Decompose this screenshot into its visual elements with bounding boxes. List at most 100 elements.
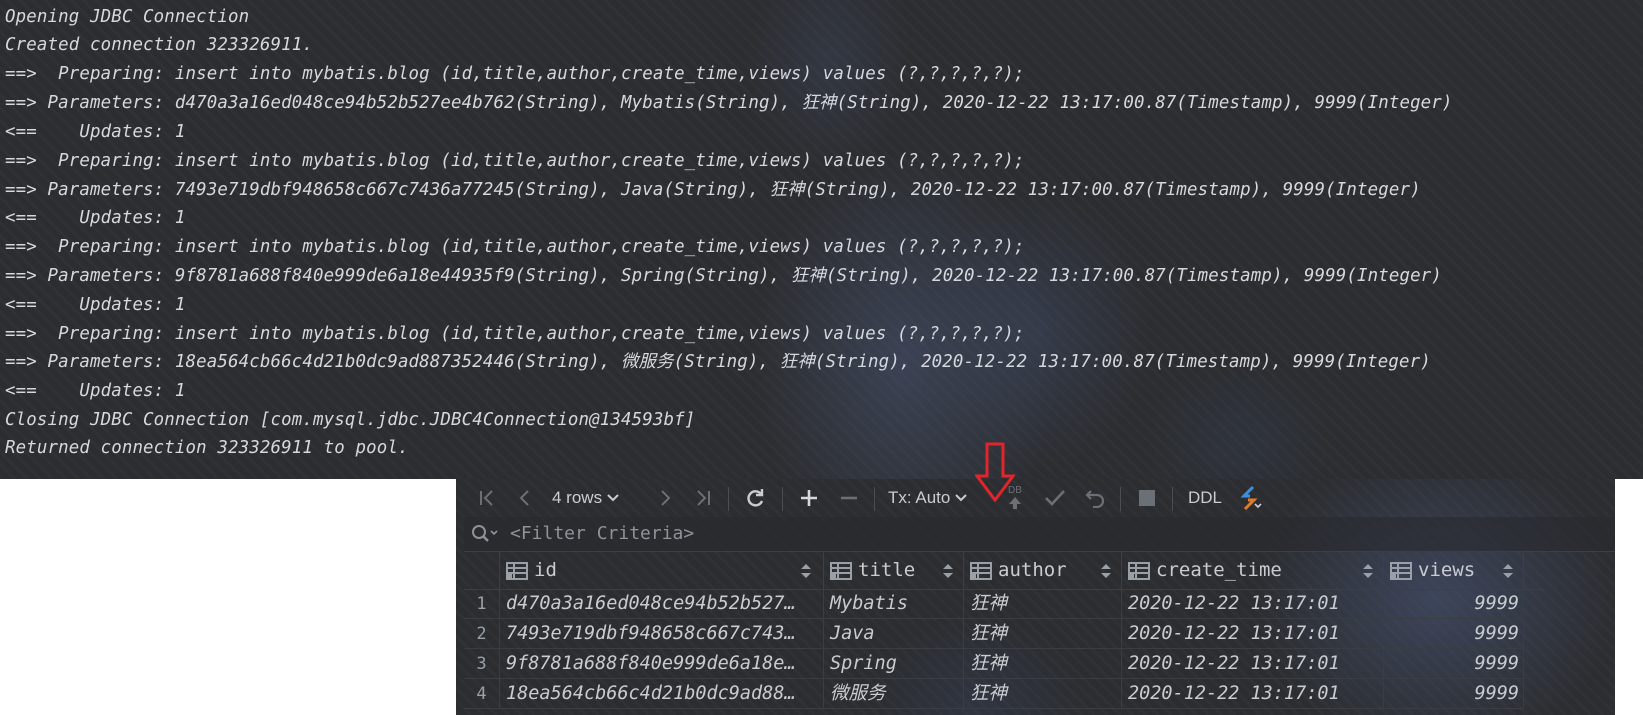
first-page-button[interactable] [474,479,500,517]
result-toolbar: 4 rows Tx: Auto DB DDL [456,479,1615,517]
ddl-button[interactable]: DDL [1182,479,1228,517]
cell-id[interactable]: d470a3a16ed048ce94b52b527… [500,589,824,619]
commit-button[interactable] [1040,479,1070,517]
log-line: Opening JDBC Connection [5,7,250,27]
cell-author[interactable]: 狂神 [964,649,1122,679]
cell-id[interactable]: 7493e719dbf948658c667c743… [500,619,824,649]
log-line: <== Updates: 1 [5,208,186,228]
cell-title[interactable]: Java [824,619,964,649]
log-line: ==> Preparing: insert into mybatis.blog … [5,237,1025,257]
column-icon [506,562,528,580]
refresh-icon [747,489,764,507]
log-line: Returned connection 323326911 to pool. [5,438,409,458]
column-header-author[interactable]: author [964,551,1122,589]
table-header: id title author create_time views [464,551,1544,590]
column-icon [1128,562,1150,580]
database-result-panel: 4 rows Tx: Auto DB DDL <Filter Criteria>… [456,479,1615,715]
toolbar-divider [1172,487,1173,511]
first-page-icon [480,490,493,506]
cell-create-time[interactable]: 2020-12-22 13:17:01 [1122,649,1384,679]
toolbar-divider [874,487,875,511]
cell-views[interactable]: 9999 [1384,649,1524,679]
refresh-button[interactable] [740,479,770,517]
column-label: title [858,559,916,581]
sort-icon[interactable] [1502,563,1514,579]
row-number: 4 [464,679,500,709]
cell-author[interactable]: 狂神 [964,589,1122,619]
compare-arrows-icon [1240,485,1262,511]
log-line: ==> Preparing: insert into mybatis.blog … [5,64,1025,84]
compare-button[interactable] [1232,479,1266,517]
filter-criteria-input[interactable]: <Filter Criteria> [510,517,694,551]
toolbar-divider [782,487,783,511]
log-line: Created connection 323326911. [5,35,313,55]
down-arrow-icon [975,442,1015,502]
add-row-button[interactable] [794,479,824,517]
column-icon [1390,562,1412,580]
table-row[interactable]: 2 7493e719dbf948658c667c743… Java 狂神 202… [464,619,1544,649]
prev-page-icon [519,490,529,506]
rollback-button[interactable] [1080,479,1110,517]
ddl-label: DDL [1187,488,1222,507]
cell-title[interactable]: 微服务 [824,679,964,709]
next-page-button[interactable] [652,479,678,517]
log-line: <== Updates: 1 [5,381,186,401]
add-row-icon [801,490,817,506]
log-line: ==> Parameters: 7493e719dbf948658c667c74… [5,180,1421,200]
column-header-title[interactable]: title [824,551,964,589]
sort-icon[interactable] [800,563,812,579]
column-icon [970,562,992,580]
tx-mode-label: Tx: Auto [888,488,951,507]
column-header-views[interactable]: views [1384,551,1524,589]
cell-create-time[interactable]: 2020-12-22 13:17:01 [1122,679,1384,709]
rows-count-label: 4 rows [552,488,603,507]
row-number-header [464,551,500,589]
sort-icon[interactable] [1100,563,1112,579]
cell-title[interactable]: Spring [824,649,964,679]
console-output: Opening JDBC Connection Created connecti… [0,0,1643,479]
search-filter-icon[interactable] [470,523,500,545]
log-line: <== Updates: 1 [5,122,186,142]
stop-icon [1139,490,1155,506]
log-line: <== Updates: 1 [5,295,186,315]
log-line: ==> Parameters: d470a3a16ed048ce94b52b52… [5,93,1453,113]
column-label: create_time [1156,559,1282,581]
cell-id[interactable]: 18ea564cb66c4d21b0dc9ad88… [500,679,824,709]
table-row[interactable]: 1 d470a3a16ed048ce94b52b527… Mybatis 狂神 … [464,589,1544,619]
cell-title[interactable]: Mybatis [824,589,964,619]
log-line: ==> Preparing: insert into mybatis.blog … [5,151,1025,171]
delete-row-button[interactable] [834,479,864,517]
log-line: Closing JDBC Connection [com.mysql.jdbc.… [5,410,696,430]
column-header-create-time[interactable]: create_time [1122,551,1384,589]
column-header-id[interactable]: id [500,551,824,589]
cell-create-time[interactable]: 2020-12-22 13:17:01 [1122,589,1384,619]
last-page-button[interactable] [690,479,716,517]
prev-page-button[interactable] [512,479,538,517]
log-line: ==> Preparing: insert into mybatis.blog … [5,324,1025,344]
tx-mode-dropdown[interactable]: Tx: Auto [888,479,980,517]
rows-dropdown[interactable]: 4 rows [552,479,636,517]
cell-author[interactable]: 狂神 [964,619,1122,649]
delete-row-icon [841,496,857,500]
cell-views[interactable]: 9999 [1384,589,1524,619]
sort-icon[interactable] [942,563,954,579]
table-row[interactable]: 4 18ea564cb66c4d21b0dc9ad88… 微服务 狂神 2020… [464,679,1544,709]
column-icon [830,562,852,580]
cell-views[interactable]: 9999 [1384,679,1524,709]
toolbar-divider [1120,487,1121,511]
row-number: 3 [464,649,500,679]
cell-views[interactable]: 9999 [1384,619,1524,649]
filter-bar[interactable]: <Filter Criteria> [464,517,1615,552]
sort-icon[interactable] [1362,563,1374,579]
chevron-down-icon [955,494,968,502]
toolbar-divider [728,487,729,511]
stop-button[interactable] [1132,479,1162,517]
row-number: 1 [464,589,500,619]
chevron-down-icon [607,494,619,502]
checkmark-icon [1045,490,1065,506]
table-row[interactable]: 3 9f8781a688f840e999de6a18e… Spring 狂神 2… [464,649,1544,679]
cell-id[interactable]: 9f8781a688f840e999de6a18e… [500,649,824,679]
next-page-icon [661,490,671,506]
cell-author[interactable]: 狂神 [964,679,1122,709]
cell-create-time[interactable]: 2020-12-22 13:17:01 [1122,619,1384,649]
